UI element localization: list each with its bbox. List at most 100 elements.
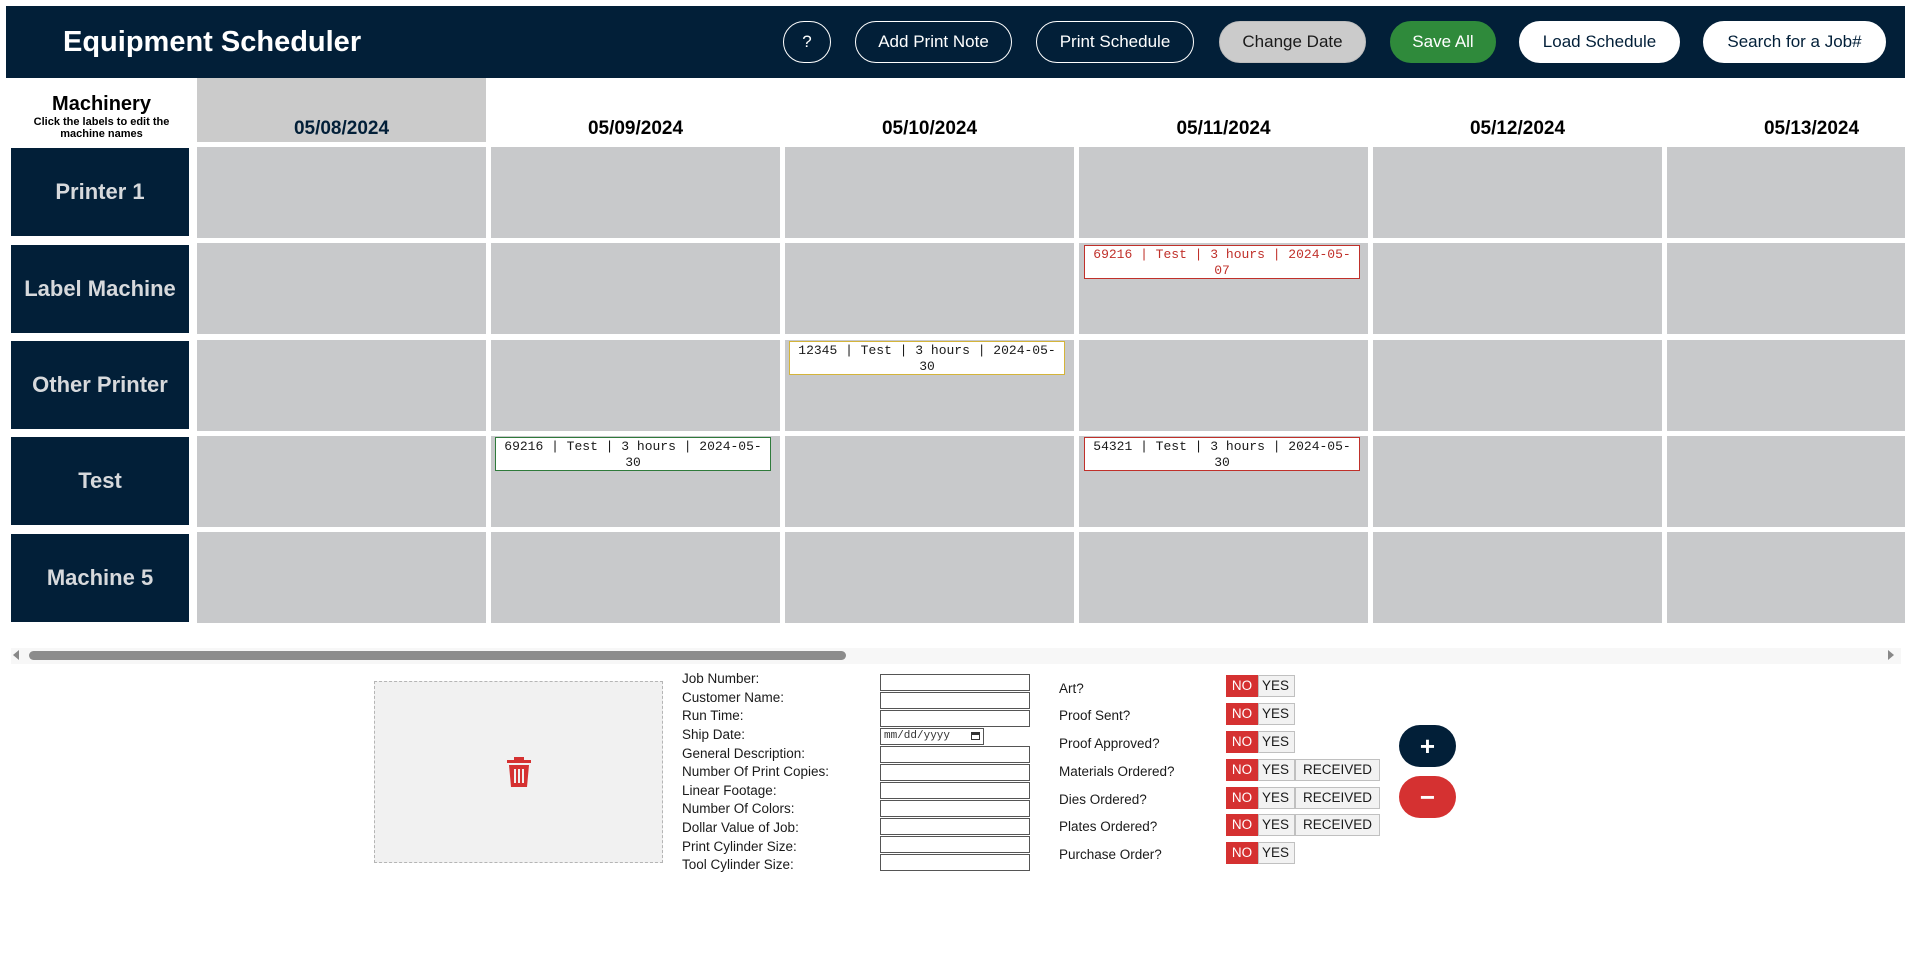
scrollbar-thumb[interactable] [29,651,846,660]
schedule-cell[interactable] [197,147,486,238]
tool-cylinder-size-input[interactable] [880,854,1030,871]
schedule-cell[interactable] [1667,436,1905,527]
print-copies-label: Number Of Print Copies: [682,764,830,779]
plates-ordered-no-button[interactable]: NO [1226,814,1258,836]
proof-approved-yes-button[interactable]: YES [1258,731,1295,753]
materials-ordered-yes-button[interactable]: YES [1258,759,1295,781]
job-card[interactable]: 69216 | Test | 3 hours | 2024-05-07 [1084,245,1360,279]
app-header: Equipment Scheduler ? Add Print Note Pri… [6,6,1905,78]
proof-sent-toggle: NO YES [1226,703,1295,725]
app-title: Equipment Scheduler [63,26,362,58]
art-yes-button[interactable]: YES [1258,675,1295,697]
proof-sent-label: Proof Sent? [1059,708,1131,723]
machine-label-label-machine[interactable]: Label Machine [9,243,191,335]
schedule-cell[interactable] [491,340,780,431]
print-schedule-button[interactable]: Print Schedule [1036,21,1194,63]
run-time-input[interactable] [880,710,1030,727]
schedule-cell[interactable] [785,243,1074,334]
print-cylinder-size-input[interactable] [880,836,1030,853]
job-card[interactable]: 54321 | Test | 3 hours | 2024-05-30 [1084,437,1360,471]
ship-date-placeholder: mm/dd/yyyy [884,730,951,742]
schedule-cell[interactable] [197,243,486,334]
schedule-cell[interactable] [491,532,780,623]
schedule-cell[interactable] [785,436,1074,527]
add-print-note-button[interactable]: Add Print Note [855,21,1012,63]
remove-job-button[interactable]: − [1399,776,1456,818]
print-copies-input[interactable] [880,764,1030,781]
schedule-cell[interactable] [491,243,780,334]
dies-ordered-label: Dies Ordered? [1059,792,1147,807]
calendar-icon[interactable] [971,732,980,740]
machinery-header: Machinery Click the labels to edit the m… [6,78,197,142]
materials-ordered-received-button[interactable]: RECEIVED [1295,759,1380,781]
purchase-order-yes-button[interactable]: YES [1258,842,1295,864]
date-header: 05/11/2024 [1176,118,1271,139]
purchase-order-no-button[interactable]: NO [1226,842,1258,864]
load-schedule-button[interactable]: Load Schedule [1519,21,1680,63]
job-card[interactable]: 12345 | Test | 3 hours | 2024-05-30 [789,341,1065,375]
schedule-cell[interactable] [1079,147,1368,238]
schedule-cell[interactable] [1079,340,1368,431]
job-card[interactable]: 69216 | Test | 3 hours | 2024-05-30 [495,437,771,471]
customer-name-input[interactable] [880,692,1030,709]
search-job-button[interactable]: Search for a Job# [1703,21,1886,63]
materials-ordered-label: Materials Ordered? [1059,764,1175,779]
save-all-button[interactable]: Save All [1390,21,1496,63]
number-of-colors-label: Number Of Colors: [682,801,795,816]
plates-ordered-yes-button[interactable]: YES [1258,814,1295,836]
proof-approved-label: Proof Approved? [1059,736,1160,751]
proof-approved-no-button[interactable]: NO [1226,731,1258,753]
schedule-cell[interactable] [1373,340,1662,431]
proof-sent-no-button[interactable]: NO [1226,703,1258,725]
change-date-button[interactable]: Change Date [1219,21,1366,63]
schedule-cell[interactable] [1667,243,1905,334]
machine-label-other-printer[interactable]: Other Printer [9,339,191,431]
proof-sent-yes-button[interactable]: YES [1258,703,1295,725]
job-number-label: Job Number: [682,671,760,686]
schedule-cell[interactable] [1667,532,1905,623]
schedule-cell[interactable] [1079,532,1368,623]
schedule-cell[interactable] [785,532,1074,623]
date-header: 05/10/2024 [881,118,978,139]
schedule-cell[interactable] [1373,243,1662,334]
schedule-cell[interactable] [197,436,486,527]
purchase-order-toggle: NO YES [1226,842,1295,864]
dies-ordered-received-button[interactable]: RECEIVED [1295,787,1380,809]
schedule-cell[interactable] [197,532,486,623]
plates-ordered-received-button[interactable]: RECEIVED [1295,814,1380,836]
date-header: 05/09/2024 [587,118,684,139]
help-button[interactable]: ? [783,21,831,63]
schedule-cell[interactable] [491,147,780,238]
schedule-cell[interactable] [1373,436,1662,527]
machine-label-machine-5[interactable]: Machine 5 [9,532,191,624]
machine-label-printer-1[interactable]: Printer 1 [9,146,191,238]
schedule-cell[interactable] [1667,147,1905,238]
schedule-cell[interactable] [1667,340,1905,431]
scroll-left-arrow-icon[interactable] [13,650,19,660]
number-of-colors-input[interactable] [880,800,1030,817]
dollar-value-label: Dollar Value of Job: [682,820,799,835]
job-number-input[interactable] [880,674,1030,691]
dollar-value-input[interactable] [880,818,1030,835]
ship-date-input[interactable]: mm/dd/yyyy [880,728,984,745]
dies-ordered-no-button[interactable]: NO [1226,787,1258,809]
art-toggle: NO YES [1226,675,1295,697]
linear-footage-input[interactable] [880,782,1030,799]
plates-ordered-label: Plates Ordered? [1059,819,1158,834]
trash-drop-zone[interactable] [374,681,663,863]
plates-ordered-toggle: NO YES RECEIVED [1226,814,1380,836]
scroll-right-arrow-icon[interactable] [1888,650,1894,660]
add-job-button[interactable]: + [1399,725,1456,767]
schedule-cell[interactable] [785,147,1074,238]
art-no-button[interactable]: NO [1226,675,1258,697]
linear-footage-label: Linear Footage: [682,783,777,798]
schedule-cell[interactable] [1373,532,1662,623]
machine-label-test[interactable]: Test [9,435,191,527]
dies-ordered-yes-button[interactable]: YES [1258,787,1295,809]
ship-date-label: Ship Date: [682,727,746,742]
date-header: 05/12/2024 [1469,118,1566,139]
schedule-cell[interactable] [197,340,486,431]
materials-ordered-no-button[interactable]: NO [1226,759,1258,781]
schedule-cell[interactable] [1373,147,1662,238]
general-description-input[interactable] [880,746,1030,763]
